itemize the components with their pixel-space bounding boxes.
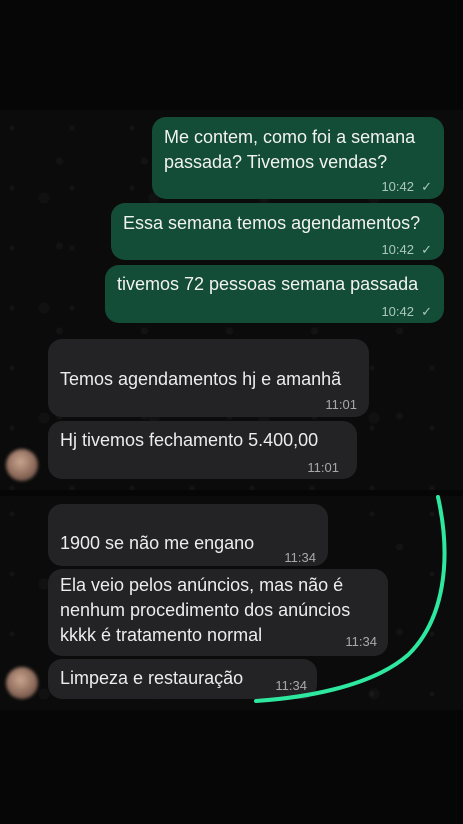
message-time: 11:01 xyxy=(325,397,357,412)
message-text: Essa semana temos agendamentos? xyxy=(123,213,421,233)
avatar[interactable] xyxy=(6,449,38,481)
message-time: 10:42 xyxy=(381,179,414,194)
outgoing-message[interactable]: tivemos 72 pessoas semana passada 10:42 … xyxy=(105,265,444,323)
incoming-message[interactable]: Ela veio pelos anúncios, mas não é nenhu… xyxy=(48,569,388,656)
message-time: 11:34 xyxy=(275,678,307,693)
outgoing-message[interactable]: Me contem, como foi a semana passada? Ti… xyxy=(152,117,444,199)
outgoing-message[interactable]: Essa semana temos agendamentos? 10:42 ✓ xyxy=(111,203,444,260)
incoming-message[interactable]: Hj tivemos fechamento 5.400,00 11:01 xyxy=(48,421,357,479)
message-time: 11:34 xyxy=(345,634,377,649)
read-check-icon: ✓ xyxy=(421,304,432,319)
chat-panel-top: Me contem, como foi a semana passada? Ti… xyxy=(0,110,463,490)
incoming-message[interactable]: 1900 se não me engano 11:34 xyxy=(48,504,328,566)
message-time: 10:42 xyxy=(381,304,414,319)
message-text: Temos agendamentos hj e amanhã xyxy=(60,369,342,389)
message-text: 1900 se não me engano xyxy=(60,533,255,553)
chat-panel-bottom: 1900 se não me engano 11:34 Ela veio pel… xyxy=(0,496,463,710)
read-check-icon: ✓ xyxy=(421,179,432,194)
message-text: tivemos 72 pessoas semana passada xyxy=(117,274,419,294)
incoming-message[interactable]: Temos agendamentos hj e amanhã 11:01 xyxy=(48,339,369,417)
avatar[interactable] xyxy=(6,667,38,699)
message-time: 10:42 xyxy=(381,242,414,257)
message-text: Me contem, como foi a semana passada? Ti… xyxy=(164,127,416,172)
message-text: Limpeza e restauração xyxy=(60,668,244,688)
incoming-message[interactable]: Limpeza e restauração 11:34 xyxy=(48,659,317,699)
read-check-icon: ✓ xyxy=(421,242,432,257)
message-time: 11:34 xyxy=(284,550,316,565)
message-time: 11:01 xyxy=(307,460,339,475)
message-text: Ela veio pelos anúncios, mas não é nenhu… xyxy=(60,575,351,645)
message-text: Hj tivemos fechamento 5.400,00 xyxy=(60,430,319,450)
